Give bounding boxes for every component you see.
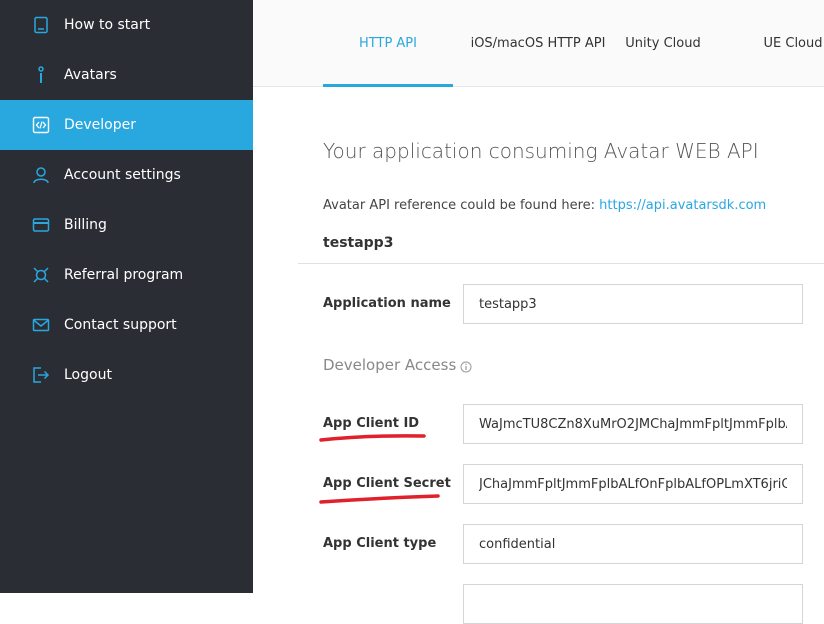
sidebar-item-contact-support[interactable]: Contact support <box>0 300 253 350</box>
logout-icon <box>32 366 50 384</box>
main-content: Your application consuming Avatar WEB AP… <box>253 87 824 624</box>
sidebar-item-label: Logout <box>64 367 112 383</box>
client-id-label: App Client ID <box>323 416 420 431</box>
divider <box>298 263 824 264</box>
app-heading: testapp3 <box>323 235 394 251</box>
sidebar-item-label: Billing <box>64 217 107 233</box>
person-icon <box>32 66 50 84</box>
book-icon <box>32 16 50 34</box>
client-secret-label: App Client Secret <box>323 476 451 491</box>
sidebar: How to start Avatars Developer Account s… <box>0 0 253 593</box>
sidebar-item-label: Developer <box>64 117 137 133</box>
application-name-field[interactable] <box>463 284 803 324</box>
sidebar-item-label: Contact support <box>64 317 177 333</box>
api-reference-text: Avatar API reference could be found here… <box>323 198 766 213</box>
envelope-icon <box>32 316 50 334</box>
client-secret-field[interactable] <box>463 464 803 504</box>
page-title: Your application consuming Avatar WEB AP… <box>323 139 759 163</box>
sidebar-item-billing[interactable]: Billing <box>0 200 253 250</box>
developer-access-heading: Developer Access <box>323 356 472 374</box>
info-icon[interactable] <box>460 359 472 373</box>
api-reference-label: Avatar API reference could be found here… <box>323 198 596 213</box>
user-icon <box>32 166 50 184</box>
code-icon <box>32 116 50 134</box>
api-reference-link[interactable]: https://api.avatarsdk.com <box>599 198 766 213</box>
additional-field[interactable] <box>463 584 803 624</box>
sidebar-item-avatars[interactable]: Avatars <box>0 50 253 100</box>
client-type-field[interactable] <box>463 524 803 564</box>
sidebar-item-label: How to start <box>64 17 151 33</box>
sidebar-item-label: Referral program <box>64 267 184 283</box>
annotation-underline <box>319 434 426 442</box>
tab-unity-cloud[interactable]: Unity Cloud <box>618 0 708 87</box>
tab-ios-macos-http-api[interactable]: iOS/macOS HTTP API <box>453 0 623 87</box>
sidebar-item-logout[interactable]: Logout <box>0 350 253 400</box>
sidebar-item-how-to-start[interactable]: How to start <box>0 0 253 50</box>
application-name-label: Application name <box>323 296 451 311</box>
sidebar-item-developer[interactable]: Developer <box>0 100 253 150</box>
developer-access-label: Developer Access <box>323 356 457 374</box>
tab-bar: HTTP API iOS/macOS HTTP API Unity Cloud … <box>253 0 824 87</box>
credit-card-icon <box>32 216 50 234</box>
tab-ue-cloud[interactable]: UE Cloud <box>753 0 824 87</box>
sidebar-item-label: Account settings <box>64 167 181 183</box>
tab-http-api[interactable]: HTTP API <box>323 0 453 87</box>
client-id-field[interactable] <box>463 404 803 444</box>
sidebar-item-label: Avatars <box>64 67 117 83</box>
referral-icon <box>32 266 50 284</box>
sidebar-item-referral-program[interactable]: Referral program <box>0 250 253 300</box>
annotation-underline <box>319 494 440 504</box>
sidebar-item-account-settings[interactable]: Account settings <box>0 150 253 200</box>
client-type-label: App Client type <box>323 536 437 551</box>
